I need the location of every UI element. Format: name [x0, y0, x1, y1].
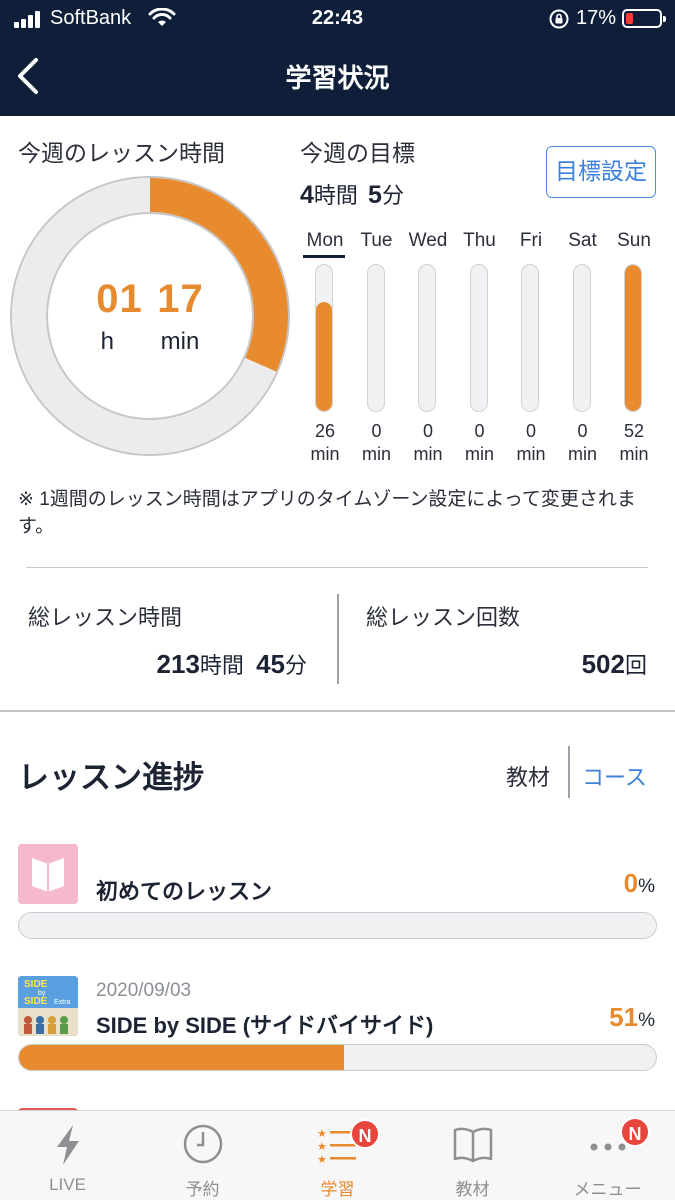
book-icon: [453, 1127, 493, 1163]
tab-courses[interactable]: コース: [582, 760, 647, 792]
total-time-label: 総レッスン時間: [28, 605, 183, 630]
battery-icon: [622, 9, 666, 28]
weekly-minutes: 17: [157, 277, 204, 321]
course-name: SIDE by SIDE (サイドバイサイド): [96, 1013, 434, 1038]
course-date: 2020/09/03: [96, 980, 192, 1001]
weekly-time-label: 今週のレッスン時間: [18, 140, 225, 166]
total-count-label: 総レッスン回数: [366, 605, 521, 630]
day-value: 0 min: [567, 421, 597, 464]
total-time-value: 213時間 45分: [156, 649, 307, 679]
day-label: Thu: [463, 230, 496, 251]
course-item[interactable]: 初めてのレッスン 0%: [0, 844, 675, 944]
top-bar: SoftBank 22:43 17% 学習状況: [0, 0, 675, 116]
section-divider: [0, 710, 675, 712]
vertical-divider: [337, 594, 339, 684]
day-value: 0 min: [516, 421, 546, 464]
total-count-value: 502回: [581, 649, 647, 679]
day-bar-track: [418, 264, 436, 412]
course-percent: 0%: [623, 868, 655, 898]
course-progress-bar: [18, 1044, 657, 1071]
weekly-goal-label: 今週の目標: [300, 140, 415, 166]
course-name: 初めてのレッスン: [96, 879, 273, 904]
tab-materials[interactable]: 教材: [506, 760, 550, 792]
svg-text:SIDE: SIDE: [24, 996, 48, 1007]
status-time: 22:43: [311, 7, 364, 29]
day-bar-track: [521, 264, 539, 412]
battery-percent: 17%: [576, 7, 617, 29]
bolt-icon: [57, 1125, 79, 1165]
hours-unit: h: [100, 328, 114, 355]
day-column-thu[interactable]: Thu 0 min: [455, 230, 505, 464]
tab-reservation[interactable]: 予約: [135, 1111, 270, 1200]
open-book-icon: [32, 858, 64, 892]
weekly-goal-value: 4時間 5分: [300, 181, 404, 209]
day-bar-track: [624, 264, 642, 412]
goal-setting-button[interactable]: 目標設定: [546, 146, 656, 198]
course-item[interactable]: SIDE by SIDE Extra 2020/09/03 SIDE by SI…: [0, 976, 675, 1076]
weekly-time-units: h min: [8, 328, 292, 356]
notification-badge: N: [620, 1117, 650, 1147]
status-bar: SoftBank 22:43 17%: [0, 0, 675, 38]
day-value: 0 min: [361, 421, 391, 464]
day-column-wed[interactable]: Wed 0 min: [403, 230, 453, 464]
course-thumbnail: SIDE by SIDE Extra: [18, 976, 78, 1036]
day-bar-track: [469, 264, 488, 412]
day-label: Sat: [568, 230, 597, 251]
rotation-lock-icon: [549, 9, 569, 29]
day-column-tue[interactable]: Tue 0 min: [352, 230, 402, 464]
tab-menu[interactable]: N メニュー: [540, 1111, 675, 1200]
timezone-note: ※ 1週間のレッスン時間はアプリのタイムゾーン設定によって変更されます。: [18, 489, 636, 537]
day-column-mon[interactable]: Mon 26 min: [300, 230, 350, 464]
day-column-sun[interactable]: Sun 52 min: [609, 230, 659, 464]
day-label: Tue: [360, 230, 393, 251]
day-value: 0 min: [413, 421, 443, 464]
side-by-side-cover: SIDE by SIDE Extra: [18, 976, 78, 1036]
day-bar-track: [315, 264, 333, 412]
day-bar: [625, 265, 641, 411]
weekly-time-value: 01 17: [8, 277, 292, 322]
day-label: Mon: [306, 230, 344, 251]
page-title: 学習状況: [285, 63, 390, 93]
tab-bar: LIVE 予約 ★ ★ ★ N 学習 教材 N メニュー: [0, 1110, 675, 1200]
svg-text:Extra: Extra: [54, 999, 70, 1006]
day-label: Fri: [519, 230, 543, 251]
tab-study[interactable]: ★ ★ ★ N 学習: [270, 1111, 405, 1200]
day-value: 26 min: [310, 421, 340, 464]
day-label: Sun: [617, 230, 651, 251]
svg-text:★: ★: [317, 1153, 327, 1166]
divider: [26, 567, 648, 568]
day-bar: [316, 301, 332, 411]
day-column-sat[interactable]: Sat 0 min: [558, 230, 608, 464]
progress-title: レッスン進捗: [18, 760, 204, 795]
day-value: 0 min: [464, 421, 494, 464]
course-thumbnail: [18, 844, 78, 904]
segment-divider: [568, 746, 570, 798]
weekly-hours: 01: [96, 277, 143, 321]
minutes-unit: min: [160, 328, 200, 355]
svg-text:★: ★: [317, 1140, 327, 1153]
notification-badge: N: [350, 1119, 380, 1149]
selected-day-indicator: [303, 255, 345, 258]
clock-icon: [183, 1124, 223, 1164]
course-progress-fill: [19, 1045, 344, 1070]
tab-materials-nav[interactable]: 教材: [405, 1111, 540, 1200]
day-bar-track: [572, 264, 591, 412]
day-column-fri[interactable]: Fri 0 min: [506, 230, 556, 464]
course-percent: 51%: [609, 1002, 655, 1032]
svg-text:SIDE: SIDE: [24, 979, 48, 990]
svg-text:★: ★: [317, 1127, 327, 1140]
day-value: 52 min: [619, 421, 649, 464]
day-bar-track: [366, 264, 385, 412]
day-label: Wed: [408, 230, 448, 251]
course-progress-bar: [18, 912, 657, 939]
tab-live[interactable]: LIVE: [0, 1111, 135, 1200]
